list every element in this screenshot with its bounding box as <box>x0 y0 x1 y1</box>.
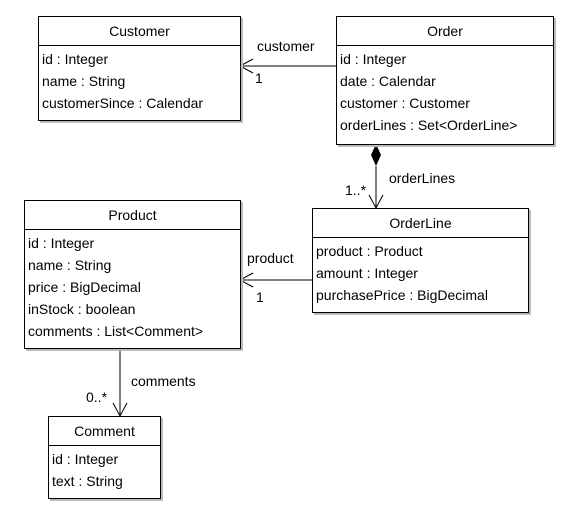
class-comment[interactable]: Comment id : Integer text : String <box>48 416 161 499</box>
attribute: customer : Customer <box>340 95 470 111</box>
multiplicity-product: 1 <box>256 289 264 305</box>
class-name: Comment <box>49 417 160 446</box>
multiplicity-orderlines: 1..* <box>345 182 367 198</box>
class-name: Order <box>337 17 553 46</box>
attribute: price : BigDecimal <box>28 279 141 295</box>
class-order[interactable]: Order id : Integer date : Calendar custo… <box>336 16 554 145</box>
multiplicity-comments: 0..* <box>86 389 108 405</box>
attribute: id : Integer <box>28 235 95 251</box>
role-comments: comments <box>131 373 196 389</box>
class-orderline[interactable]: OrderLine product : Product amount : Int… <box>312 208 529 313</box>
multiplicity-customer: 1 <box>255 70 263 86</box>
attribute: orderLines : Set<OrderLine> <box>340 117 518 133</box>
role-product: product <box>247 250 294 266</box>
attribute: comments : List<Comment> <box>28 323 204 339</box>
attribute: id : Integer <box>52 451 119 467</box>
attribute: date : Calendar <box>340 73 436 89</box>
attribute: purchasePrice : BigDecimal <box>316 287 488 303</box>
attribute: customerSince : Calendar <box>42 95 204 111</box>
class-customer[interactable]: Customer id : Integer name : String cust… <box>38 16 241 121</box>
class-name: Customer <box>39 17 240 46</box>
class-product[interactable]: Product id : Integer name : String price… <box>24 200 241 349</box>
class-name: OrderLine <box>313 209 528 238</box>
attribute: name : String <box>28 257 112 273</box>
attribute: amount : Integer <box>316 265 418 281</box>
role-customer: customer <box>257 38 315 54</box>
attribute: text : String <box>52 473 123 489</box>
attribute: product : Product <box>316 243 423 259</box>
role-orderlines: orderLines <box>389 170 456 186</box>
attribute: name : String <box>42 73 126 89</box>
attribute: id : Integer <box>42 51 109 67</box>
class-name: Product <box>25 201 240 230</box>
attribute: id : Integer <box>340 51 407 67</box>
attribute: inStock : boolean <box>28 301 136 317</box>
composition-diamond-icon <box>371 144 381 166</box>
